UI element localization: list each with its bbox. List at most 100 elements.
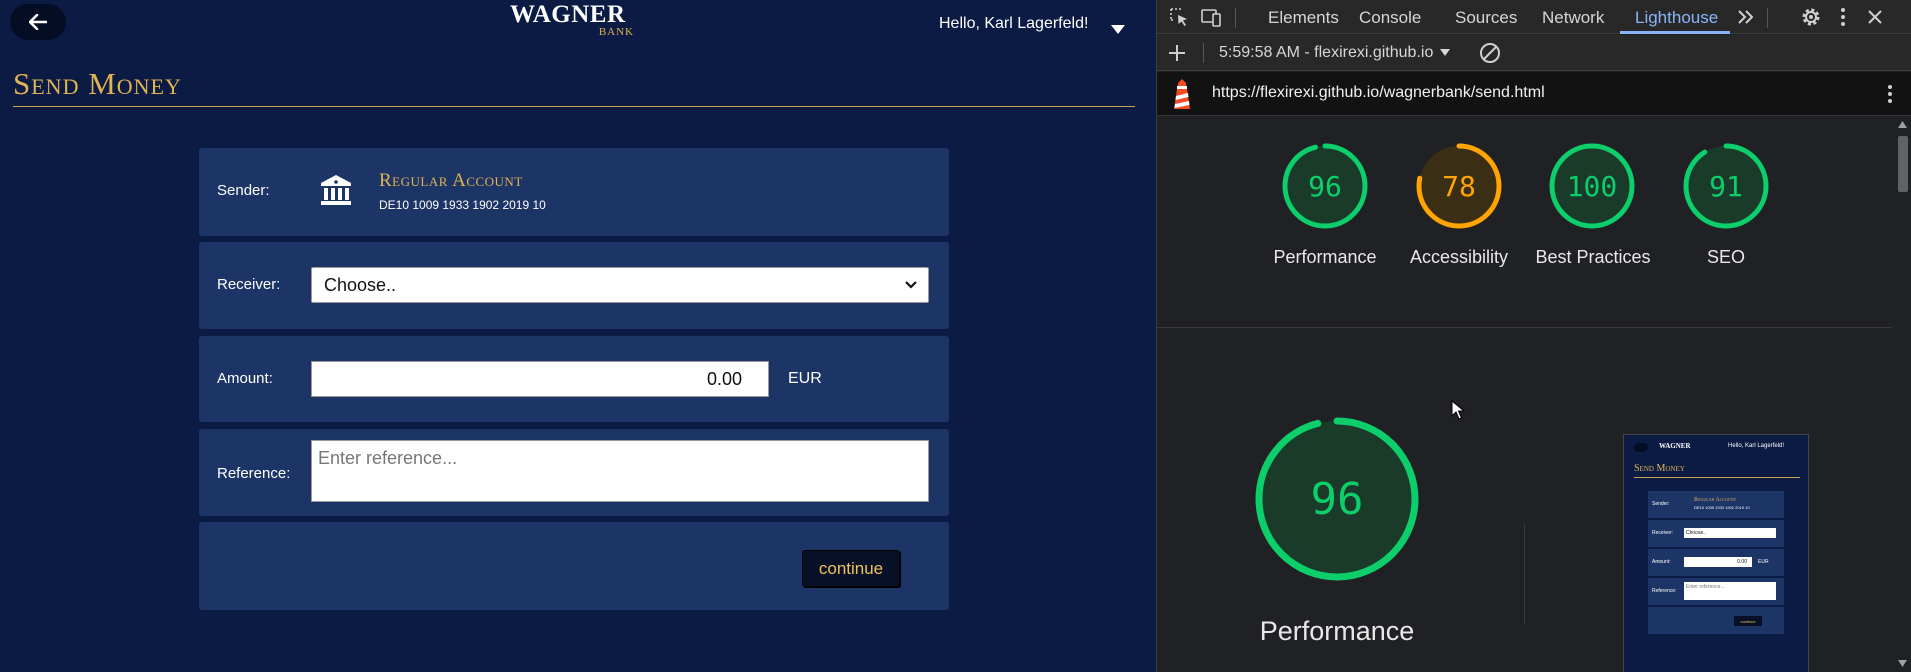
final-screenshot-thumbnail[interactable]: WAGNER Hello, Karl Lagerfeld! Send Money…	[1623, 434, 1809, 672]
thumb-receiver-select: Choose..	[1684, 528, 1776, 538]
toolbar-separator	[1203, 43, 1204, 63]
thumb-account-name: Regular Account	[1694, 497, 1737, 503]
seo-score: 91	[1709, 170, 1743, 203]
logo-main: WAGNER	[510, 1, 626, 28]
amount-label: Amount:	[217, 370, 273, 387]
page-title: Send Money	[13, 66, 182, 101]
report-run-label: 5:59:58 AM - flexirexi.github.io	[1219, 44, 1434, 61]
thumb-sender-card: Sender: Regular Account DE10 1009 1933 1…	[1648, 491, 1784, 518]
logo-sub: BANK	[598, 26, 634, 38]
thumb-title: Send Money	[1634, 463, 1685, 474]
devtools-panel: Elements Console Sources Network Lightho…	[1156, 0, 1911, 672]
thumb-continue-card: continue	[1648, 607, 1784, 634]
receiver-selected-value: Choose..	[324, 275, 397, 295]
receiver-select[interactable]: Choose..	[311, 267, 929, 303]
accessibility-score: 78	[1442, 170, 1476, 203]
tab-network[interactable]: Network	[1542, 8, 1604, 28]
thumb-receiver-label: Receiver:	[1652, 530, 1674, 536]
accessibility-label: Accessibility	[1409, 247, 1509, 267]
plus-icon[interactable]	[1167, 43, 1187, 63]
performance-big-gauge: 96	[1255, 417, 1419, 581]
arrow-left-icon	[29, 14, 47, 30]
bank-logo[interactable]: WAGNER BANK	[510, 2, 638, 42]
settings-gear-icon[interactable]	[1799, 5, 1823, 29]
tab-console[interactable]: Console	[1359, 8, 1421, 28]
reference-card: Reference: Enter reference...	[199, 429, 949, 516]
tab-sources[interactable]: Sources	[1455, 8, 1517, 28]
currency-label: EUR	[788, 370, 822, 387]
report-scrollbar[interactable]	[1893, 116, 1911, 672]
seo-gauge[interactable]: 91	[1681, 141, 1771, 231]
inspect-element-icon[interactable]	[1167, 5, 1191, 29]
bank-page: WAGNER BANK Hello, Karl Lagerfeld! Send …	[0, 0, 1156, 672]
active-tab-indicator	[1620, 31, 1730, 34]
user-menu-caret-icon[interactable]	[1108, 22, 1128, 36]
mouse-cursor-icon	[1451, 400, 1465, 420]
report-url: https://flexirexi.github.io/wagnerbank/s…	[1212, 84, 1545, 101]
continue-card: continue	[199, 522, 949, 610]
thumb-divider	[1634, 477, 1800, 478]
bank-building-icon	[321, 175, 351, 205]
thumb-amount-card: Amount: 0.00 EUR	[1648, 549, 1784, 576]
user-greeting: Hello, Karl Lagerfeld!	[939, 15, 1089, 32]
scroll-up-icon[interactable]	[1898, 121, 1907, 128]
sender-label: Sender:	[217, 182, 270, 199]
thumb-continue-button: continue	[1734, 616, 1762, 626]
performance-big-label: Performance	[1259, 616, 1415, 646]
seo-label: SEO	[1706, 247, 1745, 267]
kebab-menu-icon[interactable]	[1831, 5, 1855, 29]
best-practices-score: 100	[1567, 170, 1618, 203]
kebab-menu-icon[interactable]	[1887, 84, 1893, 104]
thumb-logo: WAGNER	[1659, 442, 1691, 450]
caret-down-icon	[1439, 49, 1450, 56]
scrollbar-thumb[interactable]	[1898, 136, 1908, 192]
tab-elements[interactable]: Elements	[1268, 8, 1339, 28]
device-toolbar-icon[interactable]	[1199, 5, 1223, 29]
thumb-reference-input: Enter reference...	[1684, 582, 1776, 600]
amount-card: Amount: EUR	[199, 336, 949, 422]
clear-block-icon[interactable]	[1479, 42, 1501, 64]
section-divider	[1157, 327, 1892, 328]
chevron-down-icon	[905, 281, 917, 289]
thumb-reference-label: Reference:	[1652, 588, 1677, 594]
thumb-receiver-card: Receiver: Choose..	[1648, 520, 1784, 547]
performance-gauge[interactable]: 96	[1280, 141, 1370, 231]
sender-account-name: Regular Account	[379, 170, 523, 191]
thumb-reference-card: Reference: Enter reference...	[1648, 578, 1784, 605]
devtools-tab-bar: Elements Console Sources Network Lightho…	[1157, 0, 1911, 34]
performance-label: Performance	[1273, 247, 1377, 267]
thumb-sender-label: Sender:	[1652, 501, 1670, 507]
toolbar-separator	[1767, 8, 1768, 28]
receiver-card: Receiver: Choose..	[199, 242, 949, 329]
amount-input[interactable]	[311, 361, 769, 397]
thumb-back-button	[1634, 443, 1648, 452]
sender-iban: DE10 1009 1933 1902 2019 10	[379, 198, 546, 212]
receiver-label: Receiver:	[217, 276, 281, 293]
reference-textarea[interactable]: Enter reference...	[311, 440, 929, 502]
performance-score: 96	[1308, 170, 1342, 203]
sender-card: Sender: Regular Account DE10 1009 1933 1…	[199, 148, 949, 236]
lighthouse-toolbar: 5:59:58 AM - flexirexi.github.io	[1157, 35, 1911, 71]
lighthouse-report: 96 78 100 91 Performance Accessibility B…	[1157, 116, 1911, 672]
scroll-down-icon[interactable]	[1898, 660, 1907, 667]
report-url-bar: https://flexirexi.github.io/wagnerbank/s…	[1157, 72, 1911, 116]
thumb-iban: DE10 1009 1933 1902 2019 10	[1694, 505, 1750, 510]
vertical-divider	[1524, 524, 1525, 624]
lighthouse-logo-icon	[1174, 79, 1190, 109]
thumb-greeting: Hello, Karl Lagerfeld!	[1728, 443, 1785, 449]
thumb-amount-input: 0.00	[1684, 557, 1752, 567]
back-button[interactable]	[10, 4, 66, 40]
continue-button[interactable]: continue	[802, 550, 900, 587]
close-icon[interactable]	[1863, 5, 1887, 29]
performance-big-score: 96	[1311, 474, 1364, 525]
thumb-amount-label: Amount:	[1652, 559, 1671, 565]
thumb-currency: EUR	[1758, 559, 1769, 565]
best-practices-gauge[interactable]: 100	[1547, 141, 1637, 231]
title-divider	[13, 106, 1135, 107]
report-select[interactable]: 5:59:58 AM - flexirexi.github.io	[1219, 44, 1450, 62]
tab-lighthouse[interactable]: Lighthouse	[1635, 8, 1718, 28]
best-practices-label: Best Practices	[1535, 247, 1651, 267]
reference-label: Reference:	[217, 465, 291, 482]
accessibility-gauge[interactable]: 78	[1414, 141, 1504, 231]
more-tabs-icon[interactable]	[1734, 5, 1758, 29]
